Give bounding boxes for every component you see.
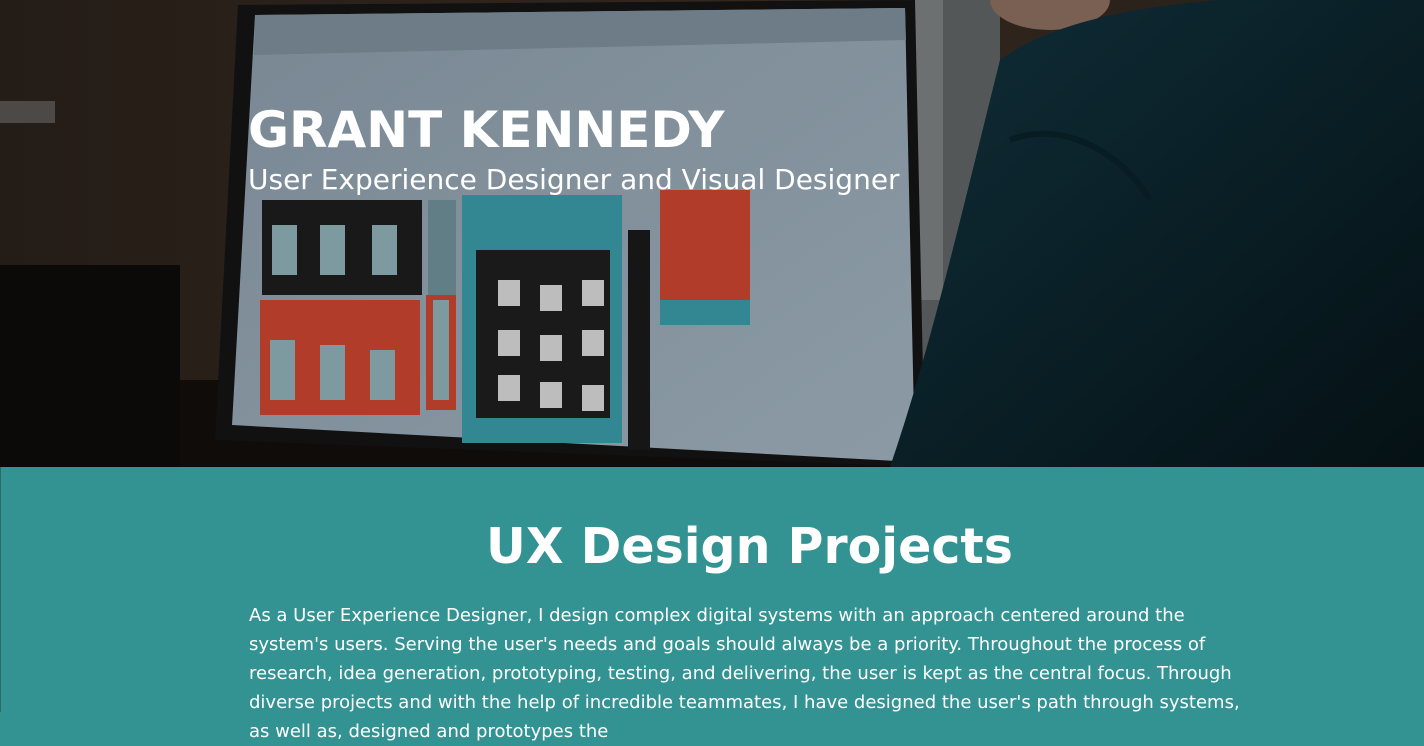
- hero-heading-group: GRANT KENNEDY User Experience Designer a…: [248, 98, 900, 198]
- hero-name: GRANT KENNEDY: [248, 101, 725, 159]
- section-title: UX Design Projects: [486, 518, 1013, 575]
- menu-tab[interactable]: [0, 101, 55, 123]
- hero-subtitle: User Experience Designer and Visual Desi…: [248, 163, 900, 196]
- hero-banner: GRANT KENNEDY User Experience Designer a…: [0, 0, 1424, 467]
- ux-projects-section: UX Design Projects As a User Experience …: [0, 467, 1424, 742]
- hero-dark-overlay: [0, 0, 1424, 467]
- section-intro-paragraph: As a User Experience Designer, I design …: [249, 605, 1240, 742]
